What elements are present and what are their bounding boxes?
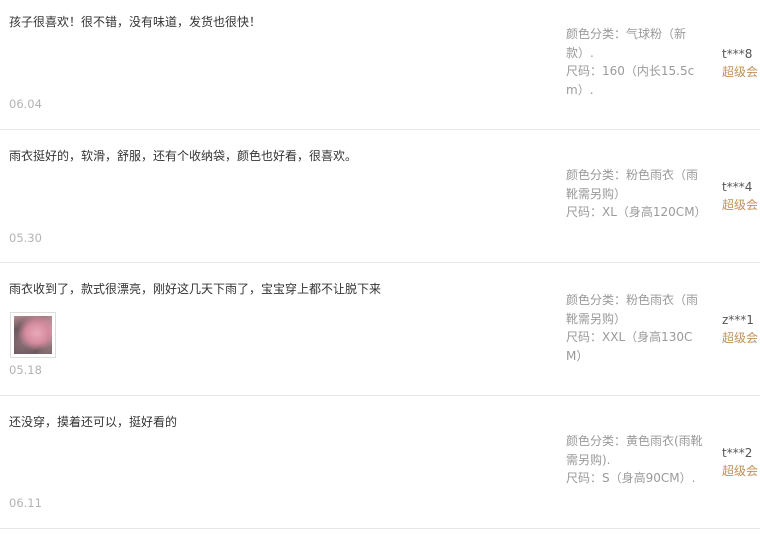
review-date: 06.04 bbox=[9, 97, 42, 111]
review-item: 孩子很喜欢！很不错，没有味道，发货也很快！ 06.04 颜色分类：气球粉（新款）… bbox=[0, 0, 760, 130]
reviewer-nick[interactable]: t***8 bbox=[722, 45, 760, 63]
review-list: 孩子很喜欢！很不错，没有味道，发货也很快！ 06.04 颜色分类：气球粉（新款）… bbox=[0, 0, 760, 536]
reviewer-level: 超级会 bbox=[722, 331, 759, 345]
sku-size: 尺码：XL（身高120CM） bbox=[566, 205, 707, 219]
review-item: 雨衣挺好的，软滑，舒服，还有个收纳袋，颜色也好看，很喜欢。 05.30 颜色分类… bbox=[0, 130, 760, 263]
sku-size: 尺码：S（身高90CM）. bbox=[566, 471, 696, 485]
sku-size: 尺码：160（内长15.5cm）. bbox=[566, 64, 695, 97]
reviewer-level: 超级会 bbox=[722, 464, 759, 478]
review-content: 雨衣收到了，款式很漂亮，刚好这几天下雨了，宝宝穿上都不让脱下来 bbox=[9, 282, 382, 296]
review-date: 06.11 bbox=[9, 496, 42, 510]
reviewer-nick[interactable]: t***4 bbox=[722, 178, 760, 196]
review-item: 雨衣收到了，款式很漂亮，刚好这几天下雨了，宝宝穿上都不让脱下来 05.18 颜色… bbox=[0, 263, 760, 396]
review-sku-info: 颜色分类：气球粉（新款）. 尺码：160（内长15.5cm）. bbox=[566, 25, 704, 99]
review-content: 雨衣挺好的，软滑，舒服，还有个收纳袋，颜色也好看，很喜欢。 bbox=[9, 149, 358, 163]
review-date: 05.18 bbox=[9, 363, 42, 377]
reviewer: t***8 超级会 bbox=[722, 45, 760, 81]
sku-size: 尺码：XXL（身高130CM） bbox=[566, 330, 693, 363]
sku-color: 颜色分类：黄色雨衣(雨靴需另购). bbox=[566, 434, 703, 467]
reviewer: t***4 超级会 bbox=[722, 178, 760, 214]
review-content: 孩子很喜欢！很不错，没有味道，发货也很快！ bbox=[9, 15, 262, 29]
review-sku-info: 颜色分类：黄色雨衣(雨靴需另购). 尺码：S（身高90CM）. bbox=[566, 432, 704, 488]
divider bbox=[0, 528, 760, 529]
reviewer-level: 超级会 bbox=[722, 198, 759, 212]
sku-color: 颜色分类：粉色雨衣（雨靴需另购） bbox=[566, 293, 699, 326]
sku-color: 颜色分类：粉色雨衣（雨靴需另购） bbox=[566, 168, 699, 201]
review-content: 还没穿，摸着还可以，挺好看的 bbox=[9, 415, 178, 429]
review-sku-info: 颜色分类：粉色雨衣（雨靴需另购） 尺码：XL（身高120CM） bbox=[566, 166, 707, 222]
review-photo-thumbnail[interactable] bbox=[10, 312, 56, 358]
review-photo bbox=[14, 316, 52, 354]
review-item: 还没穿，摸着还可以，挺好看的 06.11 颜色分类：黄色雨衣(雨靴需另购). 尺… bbox=[0, 396, 760, 529]
reviewer-nick[interactable]: z***1 bbox=[722, 311, 760, 329]
review-sku-info: 颜色分类：粉色雨衣（雨靴需另购） 尺码：XXL（身高130CM） bbox=[566, 291, 704, 365]
review-date: 05.30 bbox=[9, 231, 42, 245]
reviewer-nick[interactable]: t***2 bbox=[722, 444, 760, 462]
sku-color: 颜色分类：气球粉（新款）. bbox=[566, 27, 687, 60]
reviewer: z***1 超级会 bbox=[722, 311, 760, 347]
reviewer: t***2 超级会 bbox=[722, 444, 760, 480]
reviewer-level: 超级会 bbox=[722, 65, 759, 79]
